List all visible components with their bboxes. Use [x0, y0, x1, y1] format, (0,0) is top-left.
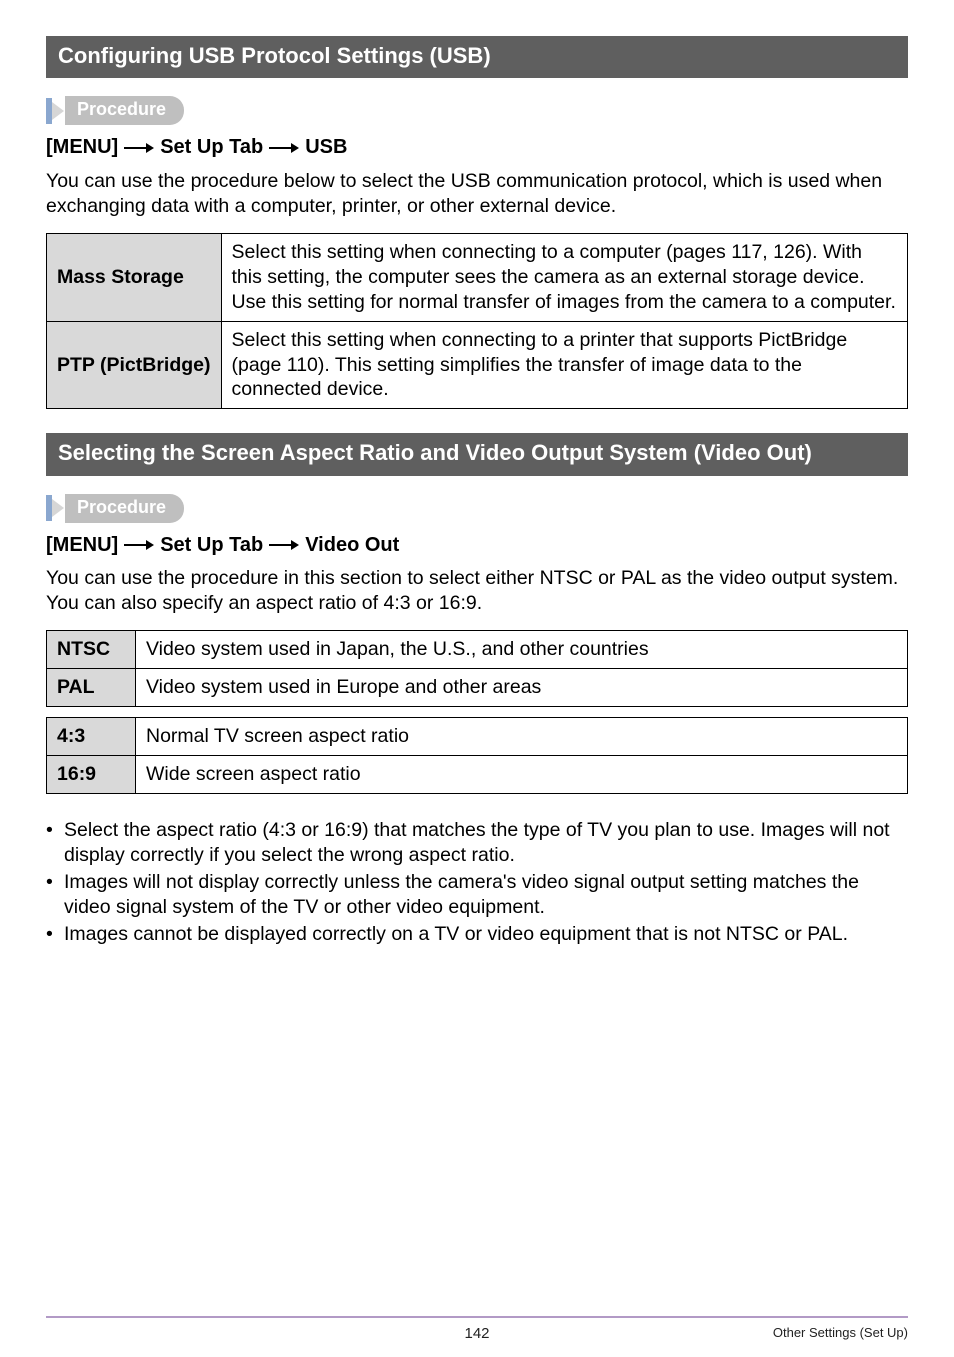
arrow-right-icon	[269, 533, 299, 559]
table-head: NTSC	[47, 631, 136, 669]
notes-list: Select the aspect ratio (4:3 or 16:9) th…	[46, 818, 908, 947]
table-cell: Video system used in Europe and other ar…	[136, 669, 908, 707]
table-row: PTP (PictBridge) Select this setting whe…	[47, 321, 908, 409]
footer-divider	[46, 1316, 908, 1318]
path-part: Set Up Tab	[160, 135, 263, 161]
table-head: PTP (PictBridge)	[47, 321, 222, 409]
path-part: [MENU]	[46, 135, 118, 161]
procedure-marker: Procedure	[46, 96, 908, 125]
procedure-label: Procedure	[65, 494, 184, 523]
path-part: Set Up Tab	[160, 533, 263, 559]
aspect-ratio-table: 4:3 Normal TV screen aspect ratio 16:9 W…	[46, 717, 908, 794]
table-head: 4:3	[47, 718, 136, 756]
intro-text: You can use the procedure below to selec…	[46, 169, 908, 219]
procedure-icon	[46, 98, 66, 124]
table-cell: Video system used in Japan, the U.S., an…	[136, 631, 908, 669]
menu-path: [MENU] Set Up Tab Video Out	[46, 533, 908, 559]
table-row: Mass Storage Select this setting when co…	[47, 233, 908, 321]
intro-text: You can use the procedure in this sectio…	[46, 566, 908, 616]
procedure-label: Procedure	[65, 96, 184, 125]
path-part: Video Out	[305, 533, 399, 559]
list-item: Images cannot be displayed correctly on …	[46, 922, 908, 947]
arrow-right-icon	[124, 533, 154, 559]
page-footer: 142 Other Settings (Set Up)	[46, 1316, 908, 1343]
section-heading-usb: Configuring USB Protocol Settings (USB)	[46, 36, 908, 78]
table-cell: Select this setting when connecting to a…	[221, 321, 908, 409]
table-row: NTSC Video system used in Japan, the U.S…	[47, 631, 908, 669]
procedure-icon	[46, 495, 66, 521]
table-head: Mass Storage	[47, 233, 222, 321]
usb-settings-table: Mass Storage Select this setting when co…	[46, 233, 908, 410]
footer-chapter: Other Settings (Set Up)	[773, 1325, 908, 1342]
arrow-right-icon	[269, 135, 299, 161]
procedure-marker: Procedure	[46, 494, 908, 523]
table-cell: Wide screen aspect ratio	[136, 755, 908, 793]
list-item: Images will not display correctly unless…	[46, 870, 908, 920]
table-cell: Normal TV screen aspect ratio	[136, 718, 908, 756]
list-item: Select the aspect ratio (4:3 or 16:9) th…	[46, 818, 908, 868]
table-row: 4:3 Normal TV screen aspect ratio	[47, 718, 908, 756]
path-part: USB	[305, 135, 347, 161]
table-head: PAL	[47, 669, 136, 707]
table-cell: Select this setting when connecting to a…	[221, 233, 908, 321]
table-row: PAL Video system used in Europe and othe…	[47, 669, 908, 707]
page-number: 142	[464, 1324, 489, 1343]
path-part: [MENU]	[46, 533, 118, 559]
menu-path: [MENU] Set Up Tab USB	[46, 135, 908, 161]
video-system-table: NTSC Video system used in Japan, the U.S…	[46, 630, 908, 707]
table-head: 16:9	[47, 755, 136, 793]
arrow-right-icon	[124, 135, 154, 161]
section-heading-video: Selecting the Screen Aspect Ratio and Vi…	[46, 433, 908, 475]
table-row: 16:9 Wide screen aspect ratio	[47, 755, 908, 793]
